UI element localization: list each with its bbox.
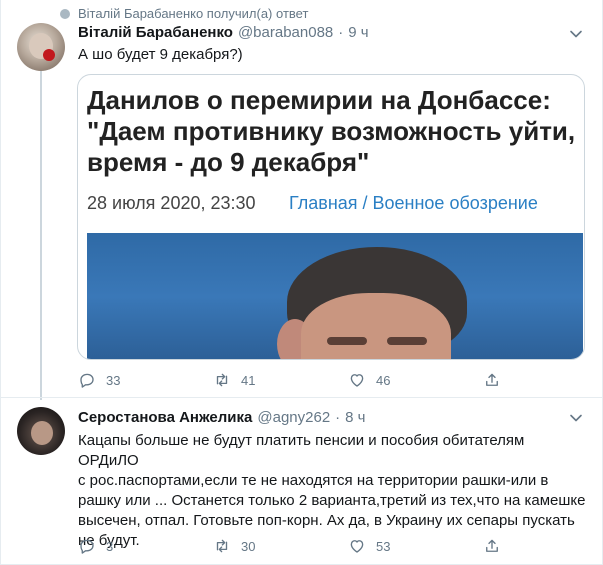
like-button[interactable]: 53 [348,537,483,555]
separator: · [338,24,344,41]
share-button[interactable] [483,537,513,555]
tweet-actions: 3 30 53 [78,537,513,555]
display-name[interactable]: Віталій Барабаненко [78,24,233,41]
retweet-icon [216,373,228,387]
reply-icon [80,373,94,388]
retweet-icon [216,539,228,553]
timestamp[interactable]: 8 ч [345,409,365,426]
avatar[interactable] [17,23,65,71]
card-date: 28 июля 2020, 23:30 [87,193,256,213]
reply-button[interactable]: 3 [78,537,213,555]
heart-icon [350,374,364,387]
retweet-count: 41 [241,372,256,388]
chevron-down-icon[interactable] [568,410,584,426]
photo-brow [387,337,427,345]
tweet-text: А шо будет 9 декабря?) [78,46,243,63]
share-button[interactable] [483,371,513,389]
tweet-text-line: с рос.паспортами,если те не находятся на… [78,472,549,489]
avatar-face [31,421,53,445]
chevron-down-icon[interactable] [568,26,584,42]
avatar[interactable] [17,407,65,455]
reply-button[interactable]: 33 [78,371,213,389]
reply-context[interactable]: Віталій Барабаненко получил(а) ответ [60,6,308,21]
timestamp[interactable]: 9 ч [348,24,368,41]
link-card[interactable]: Данилов о перемирии на Донбассе: "Даем п… [77,74,585,360]
retweet-button[interactable]: 30 [213,537,348,555]
reply-icon [80,539,94,554]
separator: · [335,409,341,426]
tweet-text-line: рашку или ... Останется только 2 вариант… [78,492,586,509]
share-icon [486,373,498,386]
heart-icon [350,540,364,553]
reply-count: 3 [106,538,114,554]
retweet-count: 30 [241,538,256,554]
photo-face [301,293,451,359]
tweet-text: Кацапы больше не будут платить пенсии и … [78,431,588,551]
reply-context-text: Віталій Барабаненко получил(а) ответ [78,6,309,21]
like-count: 46 [376,372,391,388]
thread-connector-line [40,70,42,400]
avatar-rose [43,49,55,61]
photo-brow [327,337,367,345]
tweet-actions: 33 41 46 [78,371,513,389]
tweet-text-line: Кацапы больше не будут платить пенсии и … [78,432,525,469]
retweet-button[interactable]: 41 [213,371,348,389]
tweet-header: Віталій Барабаненко @baraban088 · 9 ч [78,24,369,41]
card-photo [87,233,583,359]
share-icon [486,539,498,552]
tweet-divider [0,397,603,398]
like-button[interactable]: 46 [348,371,483,389]
reply-count: 33 [106,372,121,388]
tweet-header: Серостанова Анжелика @agny262 · 8 ч [78,409,365,426]
display-name[interactable]: Серостанова Анжелика [78,409,252,426]
card-title: Данилов о перемирии на Донбассе: "Даем п… [87,85,576,177]
handle[interactable]: @agny262 [257,409,330,426]
card-categories[interactable]: Главная / Военное обозрение [289,193,538,214]
handle[interactable]: @baraban088 [238,24,333,41]
user-icon [60,8,70,19]
tweet-text-line: высечен, отпал. Готовьте поп-корн. Ах да… [78,512,575,529]
like-count: 53 [376,538,391,554]
